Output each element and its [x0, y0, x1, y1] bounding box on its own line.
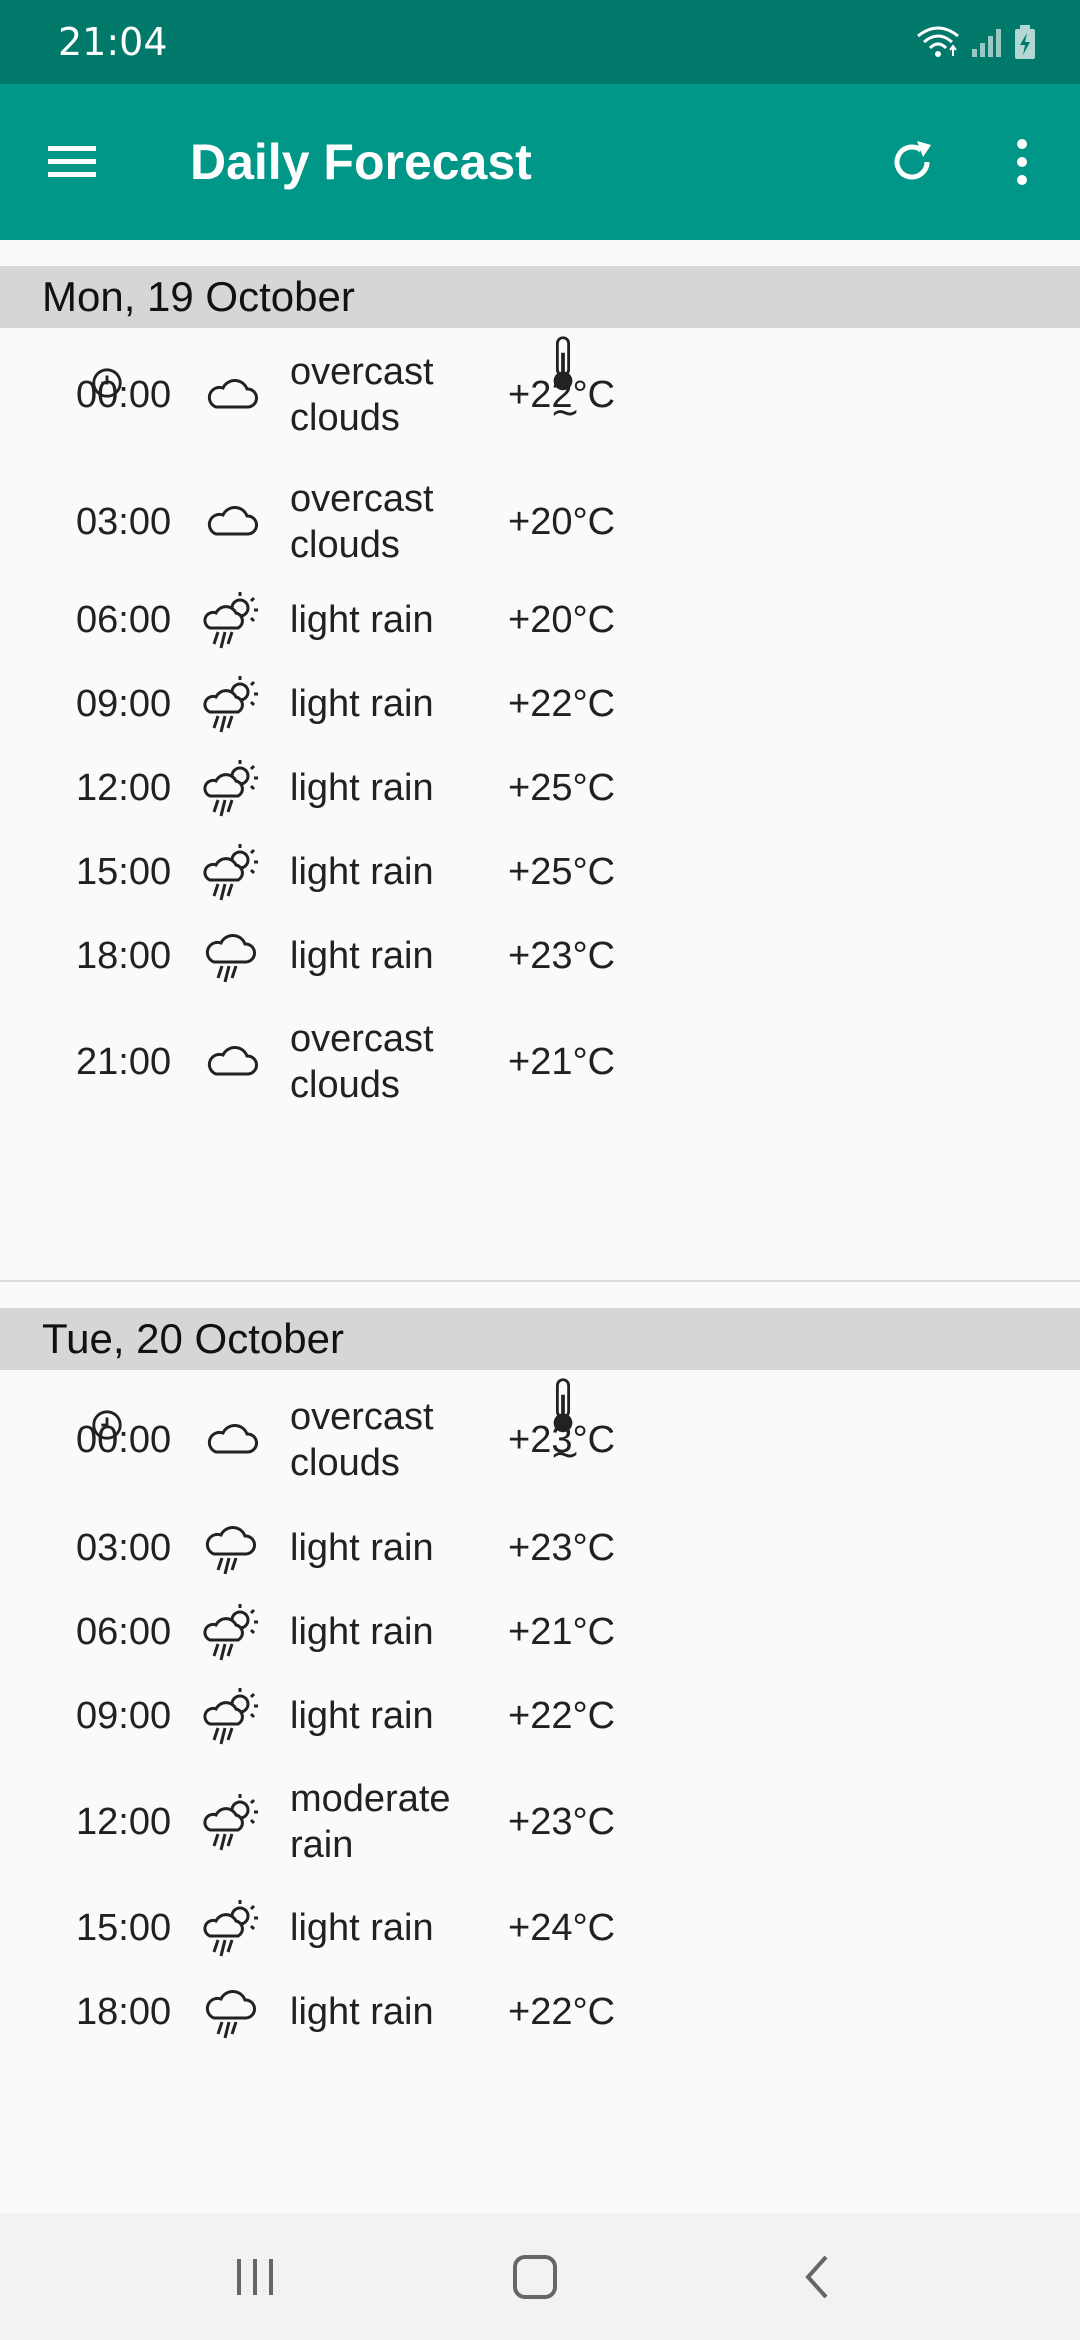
forecast-description: overcast clouds	[290, 351, 434, 439]
forecast-list[interactable]: Mon, 19 October ~00:00 overcast clouds +22°…	[0, 240, 1080, 2214]
forecast-temperature: +23°C	[508, 934, 616, 977]
forecast-description: light rain	[290, 683, 434, 725]
signal-icon	[972, 29, 1001, 57]
more-options-button[interactable]	[1002, 132, 1042, 192]
forecast-temperature: +22°C	[508, 1694, 616, 1737]
day-header: Mon, 19 October	[0, 266, 1080, 328]
forecast-time: 21:00	[76, 1040, 172, 1083]
forecast-time: 12:00	[76, 766, 172, 809]
forecast-time: 18:00	[76, 934, 172, 977]
forecast-temperature: +25°C	[508, 766, 616, 809]
forecast-row: 09:00 light rain +22°C	[0, 1666, 1080, 1766]
forecast-temperature: +25°C	[508, 850, 616, 893]
forecast-description: light rain	[290, 767, 434, 809]
home-icon	[513, 2255, 557, 2299]
sun-rain-icon	[200, 840, 264, 904]
status-bar: 21:04	[0, 0, 1080, 84]
page-title: Daily Forecast	[190, 134, 532, 190]
cloud-icon	[200, 1030, 264, 1094]
forecast-time: 00:00	[76, 1418, 172, 1461]
cloud-rain-icon	[200, 924, 264, 988]
forecast-description: light rain	[290, 935, 434, 977]
forecast-description: light rain	[290, 1695, 434, 1737]
forecast-time: 03:00	[76, 500, 172, 543]
forecast-temperature: +22°C	[508, 682, 616, 725]
back-button[interactable]	[772, 2232, 862, 2322]
forecast-row: 12:00 moderate rain +23°C	[0, 1772, 1080, 1872]
menu-button[interactable]	[44, 134, 100, 190]
refresh-icon	[894, 141, 931, 180]
forecast-row: 00:00 overcast clouds +22°C	[0, 345, 1080, 445]
sun-rain-icon	[200, 1790, 264, 1854]
sun-rain-icon	[200, 588, 264, 652]
forecast-time: 00:00	[76, 373, 172, 416]
refresh-button[interactable]	[882, 132, 942, 192]
forecast-time: 03:00	[76, 1526, 172, 1569]
status-icons	[916, 24, 1036, 60]
forecast-description: light rain	[290, 1907, 434, 1949]
forecast-time: 06:00	[76, 1610, 172, 1653]
cloud-icon	[200, 490, 264, 554]
forecast-time: 15:00	[76, 1906, 172, 1949]
sun-rain-icon	[200, 1684, 264, 1748]
more-vert-icon	[1017, 139, 1027, 185]
forecast-temperature: +23°C	[508, 1800, 616, 1843]
forecast-row: 00:00 overcast clouds +23°C	[0, 1390, 1080, 1490]
forecast-temperature: +23°C	[508, 1418, 616, 1461]
menu-icon	[48, 146, 96, 177]
forecast-row: 18:00 light rain +22°C	[0, 1962, 1080, 2062]
forecast-row: 21:00 overcast clouds +21°C	[0, 1012, 1080, 1112]
battery-charging-icon	[1015, 25, 1035, 59]
forecast-description: overcast clouds	[290, 478, 434, 566]
forecast-temperature: +24°C	[508, 1906, 616, 1949]
forecast-time: 09:00	[76, 1694, 172, 1737]
forecast-time: 06:00	[76, 598, 172, 641]
forecast-description: moderate rain	[290, 1778, 451, 1866]
forecast-temperature: +21°C	[508, 1610, 616, 1653]
forecast-temperature: +22°C	[508, 1990, 616, 2033]
forecast-time: 09:00	[76, 682, 172, 725]
forecast-description: light rain	[290, 1991, 434, 2033]
day-header: Tue, 20 October	[0, 1308, 1080, 1370]
forecast-time: 15:00	[76, 850, 172, 893]
forecast-temperature: +22°C	[508, 373, 616, 416]
forecast-description: light rain	[290, 851, 434, 893]
recent-apps-button[interactable]	[210, 2232, 300, 2322]
app-bar: Daily Forecast	[0, 84, 1080, 240]
sun-rain-icon	[200, 756, 264, 820]
navigation-bar	[0, 2214, 1080, 2340]
back-icon	[805, 2255, 828, 2299]
forecast-description: light rain	[290, 1611, 434, 1653]
forecast-description: overcast clouds	[290, 1018, 434, 1106]
forecast-temperature: +21°C	[508, 1040, 616, 1083]
cloud-icon	[200, 363, 264, 427]
forecast-temperature: +20°C	[508, 500, 616, 543]
sun-rain-icon	[200, 1896, 264, 1960]
forecast-description: light rain	[290, 599, 434, 641]
cloud-rain-icon	[200, 1980, 264, 2044]
recent-apps-icon	[237, 2259, 273, 2295]
section-divider	[0, 1280, 1080, 1282]
sun-rain-icon	[200, 1600, 264, 1664]
forecast-temperature: +23°C	[508, 1526, 616, 1569]
forecast-time: 12:00	[76, 1800, 172, 1843]
wifi-icon	[917, 26, 959, 57]
sun-rain-icon	[200, 672, 264, 736]
cloud-rain-icon	[200, 1516, 264, 1580]
forecast-time: 18:00	[76, 1990, 172, 2033]
status-time: 21:04	[58, 20, 168, 64]
forecast-description: light rain	[290, 1527, 434, 1569]
cloud-icon	[200, 1408, 264, 1472]
forecast-row: 18:00 light rain +23°C	[0, 906, 1080, 1006]
home-button[interactable]	[490, 2232, 580, 2322]
forecast-description: overcast clouds	[290, 1396, 434, 1484]
forecast-row: 03:00 overcast clouds +20°C	[0, 472, 1080, 572]
forecast-temperature: +20°C	[508, 598, 616, 641]
